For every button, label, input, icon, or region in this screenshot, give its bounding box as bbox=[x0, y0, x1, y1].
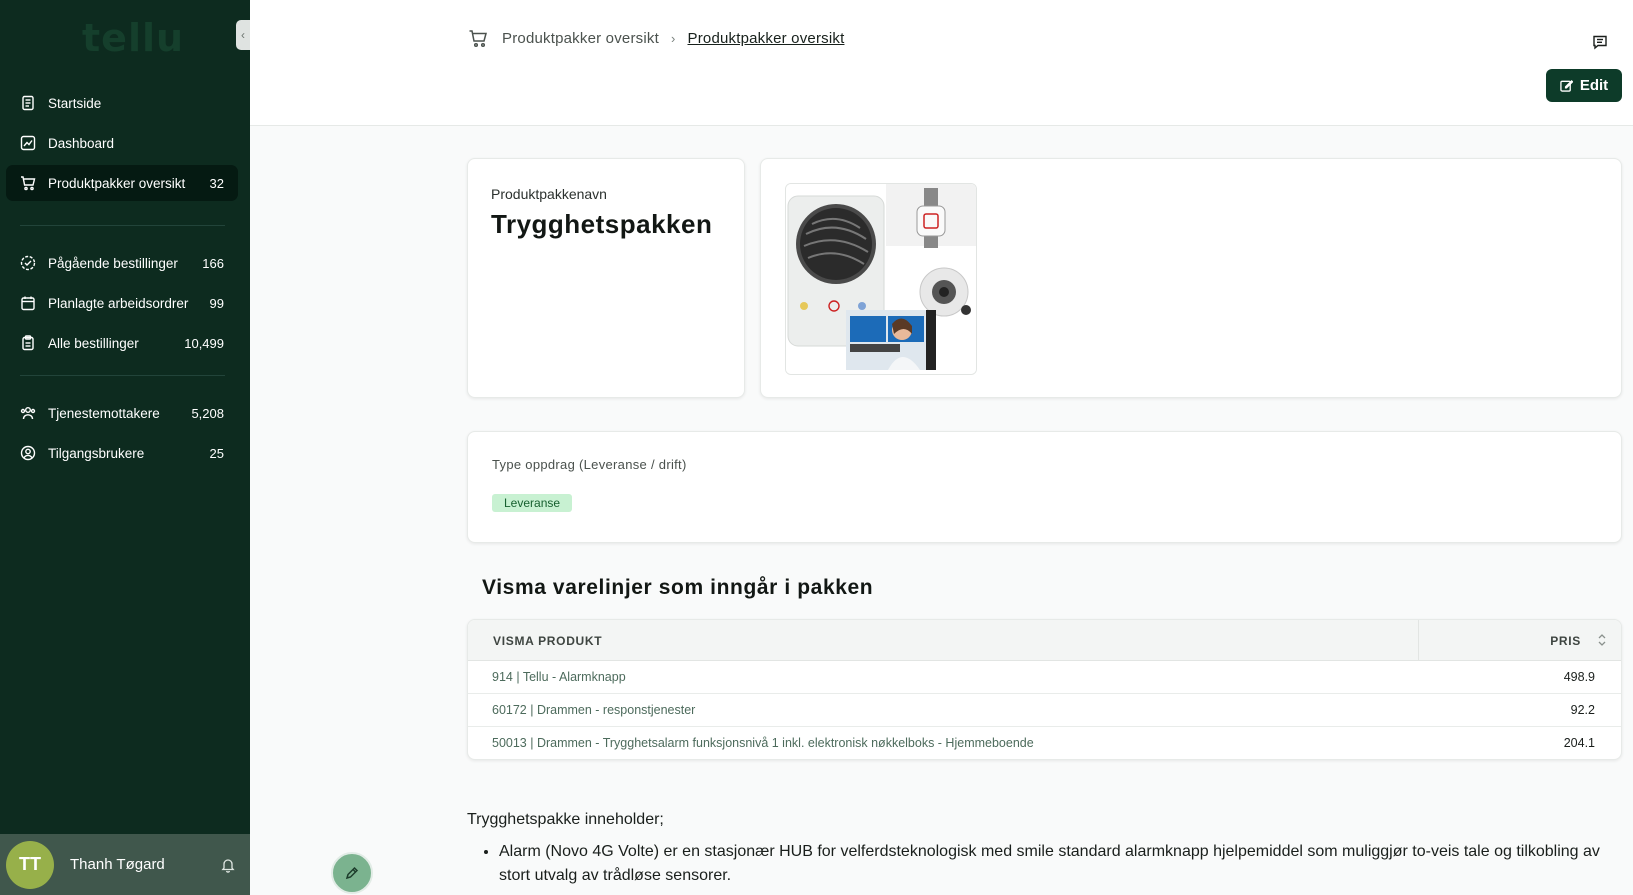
product-lines-table: VISMA PRODUKT PRIS 914 | Tellu - Alarmkn… bbox=[467, 619, 1622, 760]
sidebar-item-count: 99 bbox=[209, 295, 224, 311]
sidebar-item-label: Produktpakker oversikt bbox=[48, 175, 186, 191]
breadcrumb: Produktpakker oversikt › Produktpakker o… bbox=[468, 28, 844, 48]
cart-icon bbox=[20, 175, 36, 191]
product-image bbox=[785, 183, 977, 375]
sidebar-item-count: 25 bbox=[209, 445, 224, 461]
package-name-card: Produktpakkenavn Trygghetspakken bbox=[467, 158, 745, 398]
status-badge: Leveranse bbox=[492, 494, 573, 512]
sidebar-item-pagaende-bestillinger[interactable]: Pågående bestillinger 166 bbox=[6, 245, 238, 281]
nav-group-users: Tjenestemottakere 5,208 Tilgangsbrukere … bbox=[6, 395, 238, 475]
sidebar-item-tilgangsbrukere[interactable]: Tilgangsbrukere 25 bbox=[6, 435, 238, 471]
sidebar-item-label: Planlagte arbeidsordrer bbox=[48, 295, 189, 311]
sort-icon[interactable] bbox=[1597, 632, 1607, 648]
product-cell: 60172 | Drammen - responstjenester bbox=[492, 703, 696, 717]
sidebar-divider bbox=[20, 375, 225, 376]
calendar-icon bbox=[20, 295, 36, 311]
breadcrumb-current[interactable]: Produktpakker oversikt bbox=[688, 30, 845, 47]
package-description: Trygghetspakke inneholder; Alarm (Novo 4… bbox=[467, 808, 1607, 888]
user-profile-bar[interactable]: TT Thanh Tøgard bbox=[0, 834, 250, 895]
pencil-icon bbox=[345, 866, 359, 880]
users-icon bbox=[20, 405, 36, 421]
description-intro: Trygghetspakke inneholder; bbox=[467, 811, 664, 828]
description-list: Alarm (Novo 4G Volte) er en stasjonær HU… bbox=[499, 840, 1607, 888]
comment-icon[interactable] bbox=[1592, 34, 1608, 50]
column-divider bbox=[1418, 620, 1419, 661]
document-icon bbox=[20, 95, 36, 111]
table-row[interactable]: 60172 | Drammen - responstjenester 92.2 bbox=[468, 694, 1621, 727]
sidebar-item-label: Pågående bestillinger bbox=[48, 255, 178, 271]
edit-button[interactable]: Edit bbox=[1546, 69, 1622, 102]
section-title: Visma varelinjer som inngår i pakken bbox=[482, 576, 874, 599]
edit-button-label: Edit bbox=[1579, 77, 1609, 94]
product-cell: 914 | Tellu - Alarmknapp bbox=[492, 670, 626, 684]
sidebar: tellu ‹ Startside Dashboard Produktpakke… bbox=[0, 0, 250, 895]
sidebar-item-label: Alle bestillinger bbox=[48, 335, 139, 351]
breadcrumb-item[interactable]: Produktpakker oversikt bbox=[502, 30, 659, 47]
sidebar-item-count: 5,208 bbox=[191, 405, 224, 421]
description-bullet: Alarm (Novo 4G Volte) er en stasjonær HU… bbox=[499, 840, 1607, 888]
sidebar-divider bbox=[20, 225, 225, 226]
product-cell: 50013 | Drammen - Trygghetsalarm funksjo… bbox=[492, 736, 1034, 750]
price-cell: 498.9 bbox=[1563, 670, 1595, 684]
table-header: VISMA PRODUKT PRIS bbox=[468, 620, 1621, 661]
sidebar-item-count: 166 bbox=[202, 255, 224, 271]
column-header-product[interactable]: VISMA PRODUKT bbox=[493, 634, 602, 648]
column-header-price[interactable]: PRIS bbox=[1550, 634, 1581, 648]
sidebar-item-dashboard[interactable]: Dashboard bbox=[6, 125, 238, 161]
type-label: Type oppdrag (Leveranse / drift) bbox=[492, 457, 687, 472]
nav-group-orders: Pågående bestillinger 166 Planlagte arbe… bbox=[6, 245, 238, 365]
chevron-left-icon: ‹ bbox=[241, 28, 245, 42]
cart-icon bbox=[469, 30, 487, 48]
package-name: Trygghetspakken bbox=[491, 209, 713, 239]
avatar: TT bbox=[6, 840, 54, 889]
breadcrumb-separator: › bbox=[670, 30, 676, 46]
collapse-sidebar-button[interactable]: ‹ bbox=[236, 20, 250, 50]
table-row[interactable]: 914 | Tellu - Alarmknapp 498.9 bbox=[468, 661, 1621, 694]
type-card: Type oppdrag (Leveranse / drift) Leveran… bbox=[467, 431, 1622, 543]
sidebar-item-label: Dashboard bbox=[48, 135, 115, 151]
nav-group-main: Startside Dashboard Produktpakker oversi… bbox=[6, 85, 238, 205]
floating-edit-button[interactable] bbox=[331, 852, 373, 894]
price-cell: 92.2 bbox=[1570, 703, 1595, 717]
sidebar-item-count: 32 bbox=[209, 175, 224, 191]
user-name: Thanh Tøgard bbox=[70, 856, 165, 873]
page-header: Produktpakker oversikt › Produktpakker o… bbox=[250, 0, 1633, 126]
package-name-label: Produktpakkenavn bbox=[491, 186, 607, 202]
bell-icon[interactable] bbox=[220, 857, 236, 873]
clipboard-icon bbox=[20, 335, 36, 351]
edit-icon bbox=[1560, 79, 1573, 92]
sidebar-item-planlagte-arbeidsordrer[interactable]: Planlagte arbeidsordrer 99 bbox=[6, 285, 238, 321]
chart-icon bbox=[20, 135, 36, 151]
sidebar-item-startside[interactable]: Startside bbox=[6, 85, 238, 121]
tellu-logo[interactable]: tellu bbox=[82, 16, 184, 60]
sidebar-item-count: 10,499 bbox=[184, 335, 224, 351]
progress-check-icon bbox=[20, 255, 36, 271]
sidebar-item-produktpakker[interactable]: Produktpakker oversikt 32 bbox=[6, 165, 238, 201]
sidebar-item-label: Tjenestemottakere bbox=[48, 405, 160, 421]
package-image-card bbox=[760, 158, 1622, 398]
sidebar-item-label: Startside bbox=[48, 95, 102, 111]
table-row[interactable]: 50013 | Drammen - Trygghetsalarm funksjo… bbox=[468, 727, 1621, 759]
price-cell: 204.1 bbox=[1563, 736, 1595, 750]
user-circle-icon bbox=[20, 445, 36, 461]
sidebar-item-tjenestemottakere[interactable]: Tjenestemottakere 5,208 bbox=[6, 395, 238, 431]
sidebar-item-alle-bestillinger[interactable]: Alle bestillinger 10,499 bbox=[6, 325, 238, 361]
sidebar-item-label: Tilgangsbrukere bbox=[48, 445, 145, 461]
